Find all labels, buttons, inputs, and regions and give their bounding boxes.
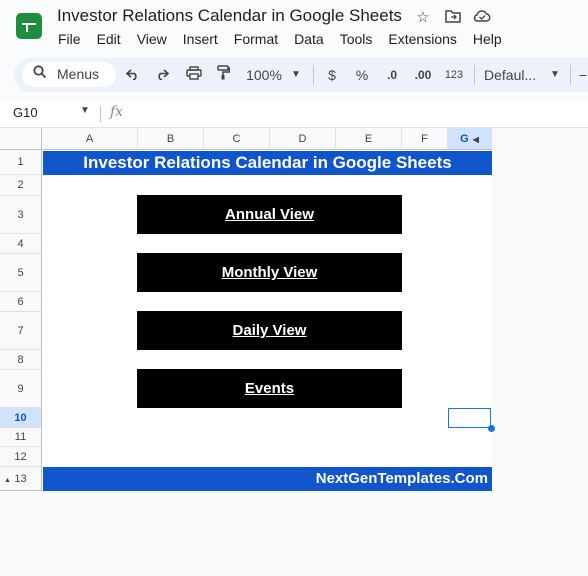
row-header-8[interactable]: 8 bbox=[0, 350, 42, 370]
menu-data[interactable]: Data bbox=[286, 30, 332, 48]
cloud-status-icon[interactable] bbox=[473, 9, 491, 27]
decrease-decimal-button[interactable]: .0 bbox=[381, 64, 403, 86]
menu-extensions[interactable]: Extensions bbox=[380, 30, 464, 48]
formula-divider bbox=[100, 106, 101, 122]
menu-help[interactable]: Help bbox=[465, 30, 510, 48]
column-header-g-label: G bbox=[460, 133, 469, 145]
percent-format-button[interactable]: % bbox=[354, 64, 370, 86]
events-button[interactable]: Events bbox=[137, 369, 402, 408]
sheets-logo-icon[interactable] bbox=[16, 13, 42, 39]
menubar: File Edit View Insert Format Data Tools … bbox=[50, 30, 510, 48]
row-header-11[interactable]: 11 bbox=[0, 428, 42, 447]
row-header-6[interactable]: 6 bbox=[0, 292, 42, 312]
chevron-down-icon[interactable]: ▼ bbox=[80, 105, 90, 116]
redo-icon[interactable] bbox=[153, 64, 171, 86]
row-header-2[interactable]: 2 bbox=[0, 175, 42, 196]
menu-edit[interactable]: Edit bbox=[89, 30, 129, 48]
chevron-down-icon[interactable]: ▼ bbox=[288, 64, 304, 86]
menus-search-label: Menus bbox=[57, 66, 100, 82]
column-header-c[interactable]: C bbox=[204, 128, 270, 150]
undo-icon[interactable] bbox=[124, 64, 142, 86]
selected-cell-g10[interactable] bbox=[448, 408, 491, 428]
currency-format-button[interactable]: $ bbox=[324, 64, 340, 86]
column-header-g[interactable]: G ◀ bbox=[448, 128, 492, 150]
search-icon bbox=[33, 65, 47, 82]
row-header-10[interactable]: 10 bbox=[0, 408, 42, 428]
row-header-3[interactable]: 3 bbox=[0, 196, 42, 234]
row-header-4[interactable]: 4 bbox=[0, 234, 42, 254]
column-header-f[interactable]: F bbox=[402, 128, 448, 150]
increase-decimal-button[interactable]: .00 bbox=[410, 64, 436, 86]
toolbar-divider bbox=[570, 65, 571, 85]
formula-input[interactable] bbox=[136, 104, 576, 122]
annual-view-button[interactable]: Annual View bbox=[137, 195, 402, 234]
name-box[interactable]: G10 bbox=[13, 105, 38, 120]
fx-icon: fx bbox=[110, 104, 124, 120]
scroll-left-icon[interactable]: ◀ bbox=[473, 135, 479, 144]
number-format-button[interactable]: 123 bbox=[441, 64, 467, 86]
footer-banner: NextGenTemplates.Com bbox=[43, 467, 492, 491]
fill-handle[interactable] bbox=[488, 425, 495, 432]
toolbar-divider bbox=[474, 65, 475, 85]
zoom-select[interactable]: 100% bbox=[244, 64, 284, 86]
row-header-1[interactable]: 1 bbox=[0, 150, 42, 175]
print-icon[interactable] bbox=[184, 64, 204, 86]
menu-insert[interactable]: Insert bbox=[175, 30, 226, 48]
title-banner: Investor Relations Calendar in Google Sh… bbox=[43, 151, 492, 175]
menu-file[interactable]: File bbox=[50, 30, 89, 48]
row-expand-icon[interactable]: ▲ bbox=[4, 477, 11, 484]
row-header-7[interactable]: 7 bbox=[0, 312, 42, 350]
chevron-down-icon[interactable]: ▼ bbox=[548, 64, 562, 86]
column-header-e[interactable]: E bbox=[336, 128, 402, 150]
toolbar-divider bbox=[313, 65, 314, 85]
column-header-b[interactable]: B bbox=[138, 128, 204, 150]
select-all-corner[interactable] bbox=[0, 128, 42, 150]
decrease-font-size-button[interactable]: − bbox=[578, 64, 588, 86]
daily-view-button[interactable]: Daily View bbox=[137, 311, 402, 350]
document-title[interactable]: Investor Relations Calendar in Google Sh… bbox=[57, 6, 402, 26]
monthly-view-button[interactable]: Monthly View bbox=[137, 253, 402, 292]
menus-search-button[interactable]: Menus bbox=[22, 62, 116, 87]
row-header-5[interactable]: 5 bbox=[0, 254, 42, 292]
row-header-12[interactable]: 12 bbox=[0, 447, 42, 467]
menu-view[interactable]: View bbox=[129, 30, 175, 48]
row-header-9[interactable]: 9 bbox=[0, 370, 42, 408]
menu-tools[interactable]: Tools bbox=[332, 30, 381, 48]
menu-format[interactable]: Format bbox=[226, 30, 286, 48]
paint-format-icon[interactable] bbox=[214, 64, 232, 86]
font-select[interactable]: Defaul... bbox=[484, 64, 544, 86]
star-icon[interactable]: ☆ bbox=[414, 9, 432, 27]
move-to-folder-icon[interactable] bbox=[444, 9, 462, 27]
column-header-a[interactable]: A bbox=[42, 128, 138, 150]
column-header-d[interactable]: D bbox=[270, 128, 336, 150]
